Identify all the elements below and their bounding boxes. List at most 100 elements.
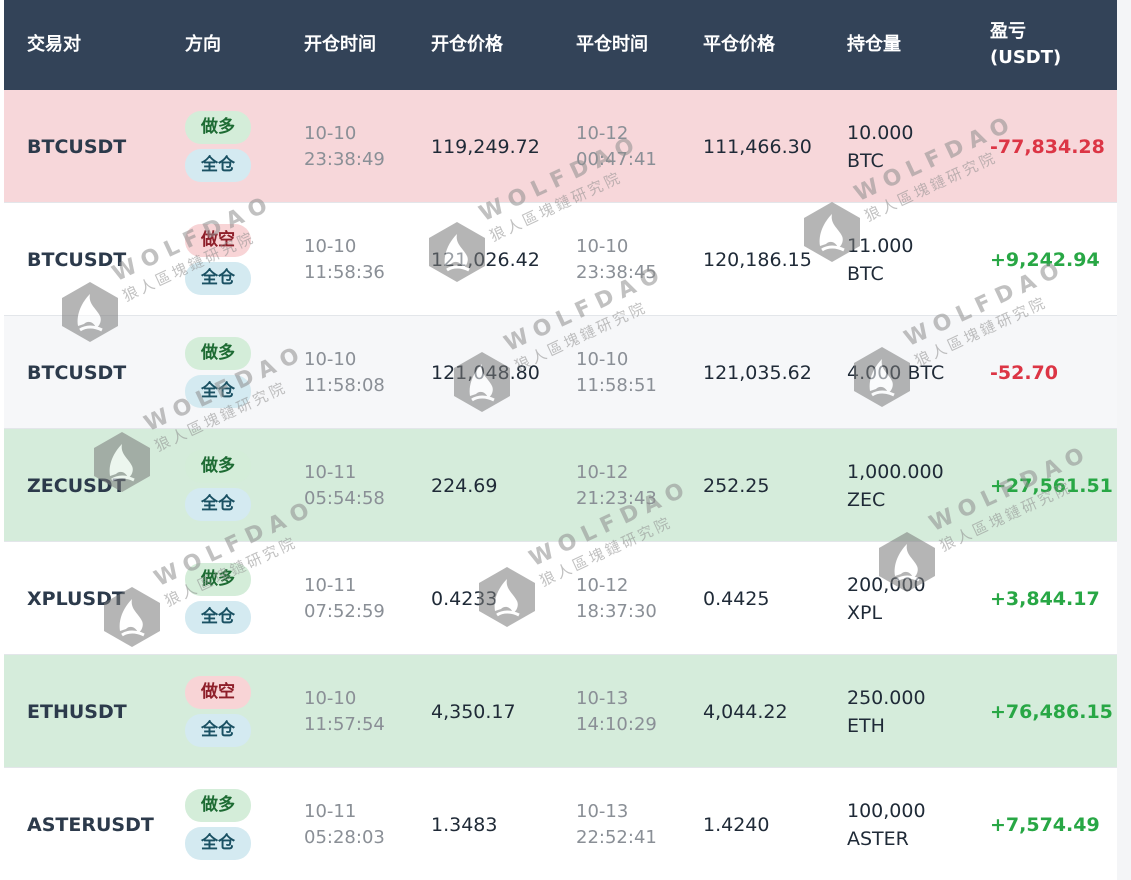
pair-cell: BTCUSDT [27,135,127,158]
close-price-cell: 121,035.62 [703,361,812,384]
close-time-cell: 10-12 18:37:30 [576,542,657,655]
close-price-cell: 4,044.22 [703,700,788,723]
open-clock: 05:54:58 [304,487,385,509]
close-date: 10-13 [576,800,629,822]
table-row[interactable]: XPLUSDT 做多 全仓 10-11 07:52:59 0.4233 10-12 18:37… [4,542,1117,655]
close-time-cell: 10-10 11:58:51 [576,316,657,429]
close-clock: 21:23:43 [576,487,657,509]
header-pair[interactable]: 交易对 [27,0,81,90]
direction-cell: 做多 全仓 [185,429,251,542]
pnl-cell: +7,574.49 [990,813,1100,836]
open-price-cell: 224.69 [431,474,498,497]
pair-cell: ASTERUSDT [27,813,154,836]
close-date: 10-12 [576,461,629,483]
pair-cell: BTCUSDT [27,248,127,271]
close-time-cell: 10-13 14:10:29 [576,655,657,768]
close-price-cell: 111,466.30 [703,135,812,158]
header-pnl[interactable]: 盈亏 (USDT) [990,0,1061,90]
pair-cell: XPLUSDT [27,587,125,610]
margin-mode-badge: 全仓 [185,601,251,634]
direction-badge-long: 做多 [185,450,251,483]
open-clock: 07:52:59 [304,600,385,622]
close-clock: 18:37:30 [576,600,657,622]
open-clock: 05:28:03 [304,826,385,848]
quantity-cell: 100,000 ASTER [847,768,926,880]
open-date: 10-10 [304,348,357,370]
direction-badge-short: 做空 [185,676,251,709]
pnl-cell: +3,844.17 [990,587,1100,610]
margin-mode-badge: 全仓 [185,488,251,521]
table-row[interactable]: ZECUSDT 做多 全仓 10-11 05:54:58 224.69 10-12 21:23… [4,429,1117,542]
open-time-cell: 10-10 11:57:54 [304,655,385,768]
close-date: 10-12 [576,574,629,596]
table-row[interactable]: BTCUSDT 做空 全仓 10-10 11:58:36 121,026.42 10-10 2… [4,203,1117,316]
open-date: 10-11 [304,800,357,822]
table-row[interactable]: ETHUSDT 做空 全仓 10-10 11:57:54 4,350.17 10-13 14:… [4,655,1117,768]
close-price-cell: 1.4240 [703,813,770,836]
open-price-cell: 0.4233 [431,587,498,610]
open-date: 10-10 [304,687,357,709]
margin-mode-badge: 全仓 [185,262,251,295]
open-date: 10-11 [304,461,357,483]
open-date: 10-10 [304,122,357,144]
trade-history-table: 交易对 方向 开仓时间 开仓价格 平仓时间 平仓价格 持仓量 盈亏 (USDT)… [4,0,1117,880]
close-date: 10-10 [576,348,629,370]
quantity-amount: 100,000 [847,799,926,822]
direction-badge-long: 做多 [185,111,251,144]
scroll-gutter [1117,0,1131,880]
header-direction[interactable]: 方向 [185,0,221,90]
pair-cell: BTCUSDT [27,361,127,384]
header-close-price[interactable]: 平仓价格 [703,0,775,90]
open-time-cell: 10-11 05:54:58 [304,429,385,542]
open-time-cell: 10-10 23:38:49 [304,90,385,203]
quantity-cell: 10.000 BTC [847,90,913,203]
header-close-time[interactable]: 平仓时间 [576,0,648,90]
quantity-cell: 250.000 ETH [847,655,926,768]
direction-badge-short: 做空 [185,224,251,257]
table-row[interactable]: BTCUSDT 做多 全仓 10-10 11:58:08 121,048.80 10-10 1… [4,316,1117,429]
header-open-price[interactable]: 开仓价格 [431,0,503,90]
close-time-cell: 10-12 00:47:41 [576,90,657,203]
close-clock: 22:52:41 [576,826,657,848]
quantity-amount: 10.000 [847,121,914,144]
quantity-amount: 11.000 [847,234,914,257]
margin-mode-badge: 全仓 [185,714,251,747]
header-pnl-unit: (USDT) [990,47,1062,68]
direction-badge-long: 做多 [185,337,251,370]
open-time-cell: 10-11 07:52:59 [304,542,385,655]
close-date: 10-13 [576,687,629,709]
open-clock: 11:58:08 [304,374,385,396]
header-quantity[interactable]: 持仓量 [847,0,901,90]
open-price-cell: 121,048.80 [431,361,540,384]
margin-mode-badge: 全仓 [185,149,251,182]
pair-cell: ETHUSDT [27,700,127,723]
direction-cell: 做多 全仓 [185,768,251,880]
close-clock: 11:58:51 [576,374,657,396]
quantity-cell: 200,000 XPL [847,542,926,655]
quantity-cell: 11.000 BTC [847,203,913,316]
close-price-cell: 120,186.15 [703,248,812,271]
pnl-cell: -52.70 [990,361,1058,384]
close-price-cell: 252.25 [703,474,770,497]
open-time-cell: 10-10 11:58:36 [304,203,385,316]
margin-mode-badge: 全仓 [185,375,251,408]
header-open-time[interactable]: 开仓时间 [304,0,376,90]
open-clock: 23:38:49 [304,148,385,170]
table-row[interactable]: ASTERUSDT 做多 全仓 10-11 05:28:03 1.3483 10-13 22:… [4,768,1117,880]
close-clock: 23:38:45 [576,261,657,283]
close-time-cell: 10-13 22:52:41 [576,768,657,880]
open-time-cell: 10-10 11:58:08 [304,316,385,429]
table-header: 交易对 方向 开仓时间 开仓价格 平仓时间 平仓价格 持仓量 盈亏 (USDT) [4,0,1117,90]
close-date: 10-10 [576,235,629,257]
close-clock: 00:47:41 [576,148,657,170]
table-row[interactable]: BTCUSDT 做多全仓 10-10 23:38:49 119,249.72 10-12 0… [4,90,1117,203]
quantity-amount: 1,000.000 [847,460,944,483]
open-price-cell: 119,249.72 [431,135,540,158]
quantity-asset: BTC [847,262,884,285]
pnl-cell: +9,242.94 [990,248,1100,271]
direction-cell: 做空 全仓 [185,655,251,768]
pnl-cell: +27,561.51 [990,474,1113,497]
quantity-cell: 4.000 BTC [847,316,944,429]
direction-cell: 做多 全仓 [185,90,251,203]
open-clock: 11:58:36 [304,261,385,283]
